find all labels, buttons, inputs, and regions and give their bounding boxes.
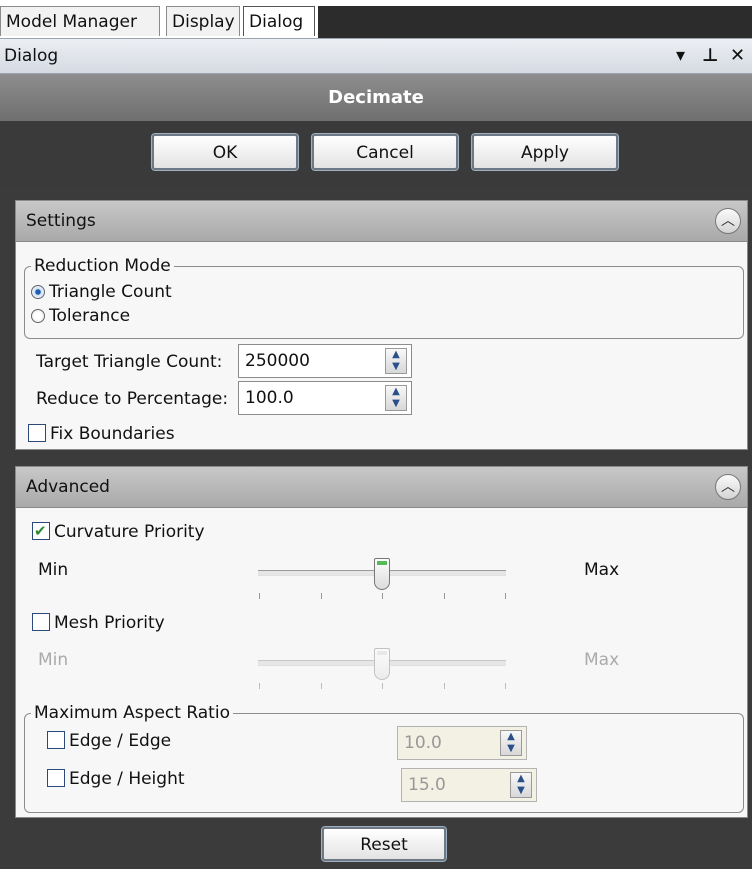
settings-section-header[interactable]: Settings ︿ [16,201,747,242]
settings-section-title: Settings [26,211,96,231]
tab-display[interactable]: Display [166,6,240,36]
max-aspect-ratio-group: Maximum Aspect Ratio Edge / Edge 10.0 ▲ ▼… [24,702,744,813]
reduce-to-percentage-label: Reduce to Percentage: [36,389,229,409]
slider-tick [321,683,322,689]
spin-arrows-icon: ▲ ▼ [510,772,532,798]
dialog-caption-bar: Dialog ▾ ⊥ ✕ [0,38,752,74]
slider-tick [444,593,445,599]
dialog-caption-title: Dialog [4,46,59,66]
mesh-min-label: Min [38,650,69,670]
fix-boundaries-checkbox[interactable]: Fix Boundaries [28,423,175,445]
mesh-priority-checkbox[interactable]: Mesh Priority [32,612,165,634]
max-aspect-ratio-legend: Maximum Aspect Ratio [31,702,233,724]
fix-boundaries-label: Fix Boundaries [50,424,175,444]
spin-arrows-icon: ▲ ▼ [500,730,522,756]
advanced-section: Advanced ︿ ✔ Curvature Priority Min Max M… [15,466,748,818]
reduction-mode-group: Reduction Mode Triangle Count Tolerance [24,255,744,339]
spin-arrows-icon[interactable]: ▲ ▼ [385,348,407,374]
target-triangle-count-value: 250000 [245,351,310,371]
radio-tolerance[interactable]: Tolerance [31,305,130,327]
curvature-priority-label: Curvature Priority [54,522,205,542]
ok-button[interactable]: OK [152,134,298,170]
collapse-settings-icon[interactable]: ︿ [715,208,741,234]
radio-tolerance-label: Tolerance [49,306,131,326]
edge-edge-label: Edge / Edge [69,731,172,751]
checkbox-unchecked-icon [28,424,46,442]
slider-tick [382,593,383,599]
dropdown-arrow-icon[interactable]: ▾ [676,39,685,73]
checkbox-unchecked-icon [47,731,65,749]
advanced-section-header[interactable]: Advanced ︿ [16,467,747,508]
apply-button[interactable]: Apply [472,134,618,170]
radio-triangle-count-label: Triangle Count [49,282,172,302]
edge-edge-value: 10.0 [404,733,442,753]
slider-tick [259,593,260,599]
curvature-min-label: Min [38,560,69,580]
slider-tick [382,683,383,689]
advanced-section-title: Advanced [26,477,110,497]
collapse-advanced-icon[interactable]: ︿ [715,474,741,500]
target-triangle-count-label: Target Triangle Count: [36,352,223,372]
edge-height-spinbox: 15.0 ▲ ▼ [401,768,537,802]
action-button-bar: OK Cancel Apply [0,121,752,186]
pin-icon[interactable]: ⊥ [702,39,718,73]
dialog-header: Decimate [0,74,752,121]
panel-tab-strip: Model Manager Display Dialog [0,0,752,38]
checkbox-unchecked-icon [47,769,65,787]
target-triangle-count-spinbox[interactable]: 250000 ▲ ▼ [238,344,412,378]
reduce-to-percentage-value: 100.0 [245,388,294,408]
dialog-header-title: Decimate [328,87,424,108]
edge-edge-checkbox[interactable]: Edge / Edge [47,730,171,752]
curvature-max-label: Max [584,560,620,580]
curvature-slider-thumb[interactable] [374,558,390,590]
edge-height-checkbox[interactable]: Edge / Height [47,768,185,790]
close-icon[interactable]: ✕ [730,39,745,73]
tab-model-manager[interactable]: Model Manager [0,6,160,36]
tab-strip-filler [318,6,752,38]
slider-tick [444,683,445,689]
edge-edge-spinbox: 10.0 ▲ ▼ [397,726,527,760]
slider-tick [321,593,322,599]
tab-dialog[interactable]: Dialog [243,6,315,36]
mesh-slider-thumb [374,648,390,680]
reduce-to-percentage-spinbox[interactable]: 100.0 ▲ ▼ [238,381,412,415]
edge-height-label: Edge / Height [69,769,185,789]
settings-section: Settings ︿ Reduction Mode Triangle Count… [15,200,748,450]
radio-selected-icon [31,285,45,299]
slider-tick [259,683,260,689]
reset-button[interactable]: Reset [322,827,446,861]
radio-triangle-count[interactable]: Triangle Count [31,281,172,303]
reduction-mode-legend: Reduction Mode [31,255,174,277]
cancel-button[interactable]: Cancel [312,134,458,170]
mesh-max-label: Max [584,650,620,670]
radio-unselected-icon [31,309,45,323]
spin-arrows-icon[interactable]: ▲ ▼ [385,385,407,411]
slider-tick [505,593,506,599]
slider-tick [505,683,506,689]
edge-height-value: 15.0 [408,775,446,795]
curvature-priority-checkbox[interactable]: ✔ Curvature Priority [32,521,205,543]
mesh-priority-label: Mesh Priority [54,613,165,633]
checkbox-unchecked-icon [32,613,50,631]
checkbox-checked-icon: ✔ [32,522,50,540]
